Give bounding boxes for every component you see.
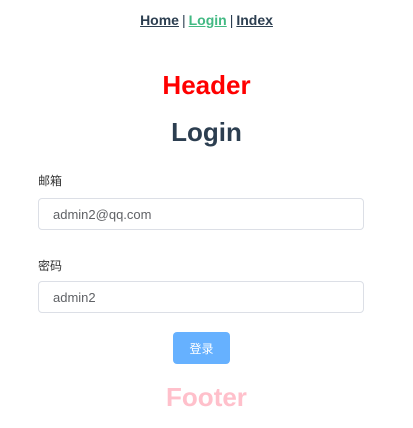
header-title: Header [162,70,251,100]
nav-link-index[interactable]: Index [236,12,273,28]
page: Home|Login|Index Header Login 邮箱 密码 登录 F… [0,0,413,428]
password-label: 密码 [38,259,63,273]
email-field[interactable] [38,198,364,230]
top-nav: Home | Login | Index [0,12,413,28]
login-button[interactable]: 登录 [173,332,230,364]
password-field[interactable] [38,281,364,313]
email-label: 邮箱 [38,174,63,188]
page-title: Login [171,117,242,147]
footer-title: Footer [166,382,247,412]
nav-separator: | [181,12,186,28]
nav-separator: | [229,12,234,28]
nav-link-login[interactable]: Login [189,12,227,28]
nav-link-home[interactable]: Home [140,12,179,28]
